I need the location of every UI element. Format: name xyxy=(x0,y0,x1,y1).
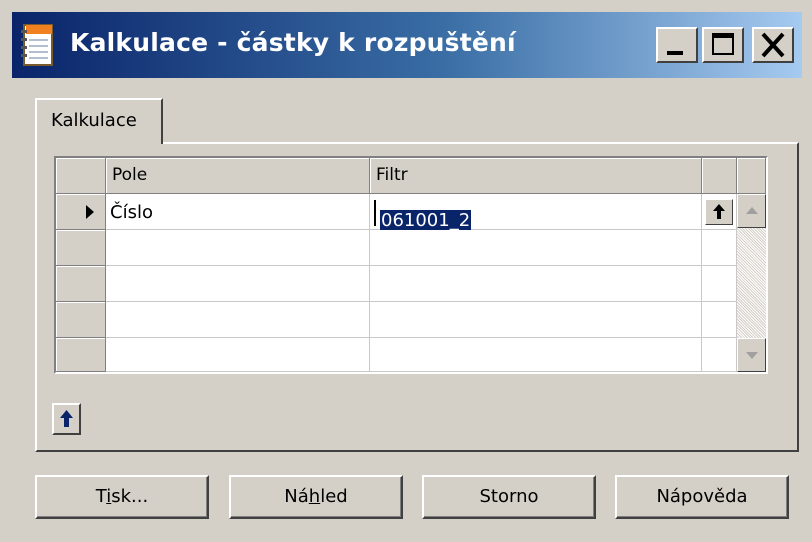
column-header-filtr[interactable]: Filtr xyxy=(370,158,702,194)
scroll-up-button[interactable] xyxy=(737,194,766,228)
up-arrow-icon xyxy=(60,410,73,427)
print-label-end: sk... xyxy=(111,486,149,507)
up-arrow-icon xyxy=(713,204,725,219)
row-pointer-icon xyxy=(86,205,94,219)
row-selector[interactable] xyxy=(56,338,106,372)
close-icon xyxy=(761,32,785,58)
row-selector[interactable] xyxy=(56,266,106,302)
notebook-app-icon xyxy=(20,22,56,68)
tab-kalkulace[interactable]: Kalkulace xyxy=(35,98,163,144)
maximize-button[interactable] xyxy=(702,27,744,63)
dialog-window: Kalkulace - částky k rozpuštění Kalkulac… xyxy=(0,0,812,542)
assist-button[interactable] xyxy=(705,199,733,225)
filter-cell[interactable] xyxy=(370,338,702,372)
assist-cell xyxy=(702,338,737,372)
preview-button[interactable]: Náhled xyxy=(229,475,403,519)
help-label: Nápověda xyxy=(656,486,748,507)
scroll-down-arrow-icon xyxy=(746,352,758,359)
field-cell[interactable]: Číslo xyxy=(106,194,370,230)
assist-cell xyxy=(702,230,737,266)
vertical-scrollbar[interactable] xyxy=(737,194,766,372)
column-header-label: Pole xyxy=(112,165,148,185)
title-bar[interactable]: Kalkulace - částky k rozpuštění xyxy=(12,12,802,78)
assist-cell xyxy=(702,266,737,302)
help-button[interactable]: Nápověda xyxy=(615,475,789,519)
preview-label-start: Ná xyxy=(284,486,309,507)
row-selector[interactable] xyxy=(56,302,106,338)
row-selector[interactable] xyxy=(56,194,106,230)
field-cell[interactable] xyxy=(106,338,370,372)
minimize-button[interactable] xyxy=(656,27,698,63)
field-cell[interactable] xyxy=(106,230,370,266)
field-cell[interactable] xyxy=(106,302,370,338)
preview-label-mnemonic: h xyxy=(308,486,321,507)
minimize-icon xyxy=(667,51,683,55)
tab-label: Kalkulace xyxy=(51,110,137,131)
preview-label-end: led xyxy=(320,486,348,507)
window-title: Kalkulace - částky k rozpuštění xyxy=(70,28,516,57)
field-cell[interactable] xyxy=(106,266,370,302)
assist-cell xyxy=(702,302,737,338)
filter-value[interactable]: 061001_2 xyxy=(380,210,472,231)
close-button[interactable] xyxy=(752,27,794,63)
header-assist xyxy=(702,158,737,194)
filter-cell[interactable] xyxy=(370,230,702,266)
move-up-button[interactable] xyxy=(52,403,81,435)
filter-cell[interactable] xyxy=(370,302,702,338)
tab-join xyxy=(37,141,161,145)
scroll-down-button[interactable] xyxy=(737,338,766,372)
scroll-up-arrow-icon xyxy=(746,207,758,214)
row-selector[interactable] xyxy=(56,230,106,266)
header-corner xyxy=(56,158,106,194)
text-caret xyxy=(374,200,376,226)
field-value: Číslo xyxy=(110,202,153,223)
cancel-button[interactable]: Storno xyxy=(422,475,596,519)
print-label-start: T xyxy=(95,486,107,507)
maximize-icon xyxy=(712,33,734,55)
filter-cell[interactable]: 061001_2 xyxy=(370,194,702,231)
print-button[interactable]: Tisk... xyxy=(35,475,209,519)
column-header-pole[interactable]: Pole xyxy=(106,158,370,194)
header-scroll-corner xyxy=(737,158,766,194)
filter-grid: Pole Filtr Číslo 061001_2 xyxy=(54,156,768,374)
cancel-label: Storno xyxy=(479,486,539,507)
assist-cell xyxy=(702,194,737,230)
column-header-label: Filtr xyxy=(376,165,408,185)
filter-cell[interactable] xyxy=(370,266,702,302)
